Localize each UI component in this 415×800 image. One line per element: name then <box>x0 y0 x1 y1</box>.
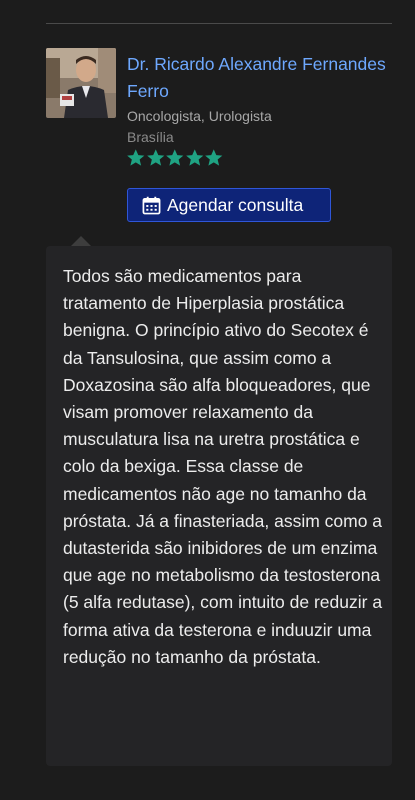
book-appointment-button[interactable]: Agendar consulta <box>127 188 331 222</box>
calendar-icon <box>142 196 161 214</box>
doctor-name-link[interactable]: Dr. Ricardo Alexandre Fernandes Ferro <box>127 51 397 105</box>
answer-text: Todos são medicamentos para tratamento d… <box>63 266 383 667</box>
answer-pointer <box>71 236 91 246</box>
doctor-photo <box>46 48 116 118</box>
book-appointment-label: Agendar consulta <box>167 194 304 215</box>
doctor-avatar[interactable] <box>46 48 116 118</box>
star-icon <box>185 149 203 166</box>
star-icon <box>127 149 145 166</box>
rating-stars <box>126 148 224 168</box>
star-icon <box>166 149 184 166</box>
doctor-city: Brasília <box>127 129 174 145</box>
star-icon <box>146 149 164 166</box>
doctor-specialty: Oncologista, Urologista <box>127 108 272 124</box>
star-icon <box>205 149 223 166</box>
top-divider <box>46 23 392 24</box>
